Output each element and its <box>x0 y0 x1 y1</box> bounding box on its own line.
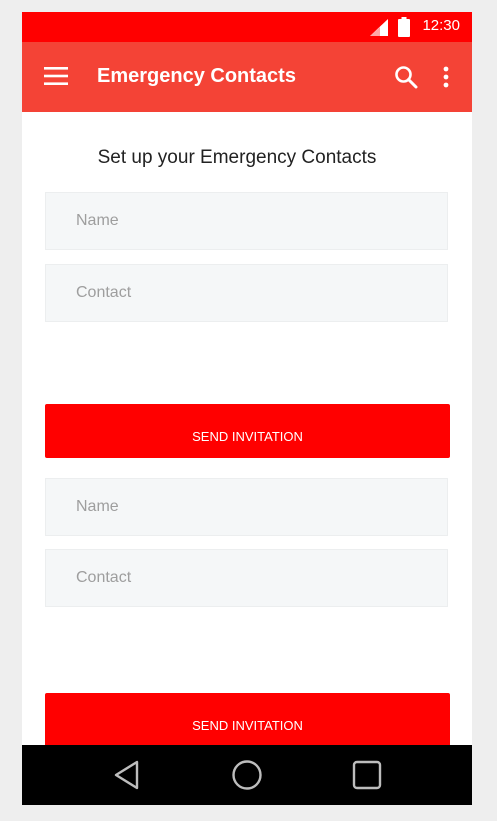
phone-screen: 12:30 Emergency Contacts Set up your Eme… <box>22 12 472 805</box>
contact-field-2[interactable] <box>45 549 448 607</box>
status-time: 12:30 <box>422 17 460 34</box>
menu-icon[interactable] <box>44 66 68 86</box>
main-content: Set up your Emergency Contacts SEND INVI… <box>22 112 472 747</box>
back-icon[interactable] <box>112 759 144 791</box>
status-bar: 12:30 <box>22 12 472 42</box>
name-field-2[interactable] <box>45 478 448 536</box>
home-icon[interactable] <box>231 759 263 791</box>
navigation-bar <box>22 745 472 805</box>
more-vert-icon[interactable] <box>440 66 452 88</box>
section-heading: Set up your Emergency Contacts <box>97 147 377 168</box>
send-invitation-button-1[interactable]: SEND INVITATION <box>45 404 450 458</box>
page-title: Emergency Contacts <box>97 65 296 87</box>
signal-icon <box>370 19 388 36</box>
contact-field-1[interactable] <box>45 264 448 322</box>
battery-icon <box>398 17 410 37</box>
app-bar: Emergency Contacts <box>22 42 472 112</box>
name-field-1[interactable] <box>45 192 448 250</box>
search-icon[interactable] <box>394 65 418 89</box>
recents-icon[interactable] <box>351 759 383 791</box>
send-invitation-button-2[interactable]: SEND INVITATION <box>45 693 450 747</box>
